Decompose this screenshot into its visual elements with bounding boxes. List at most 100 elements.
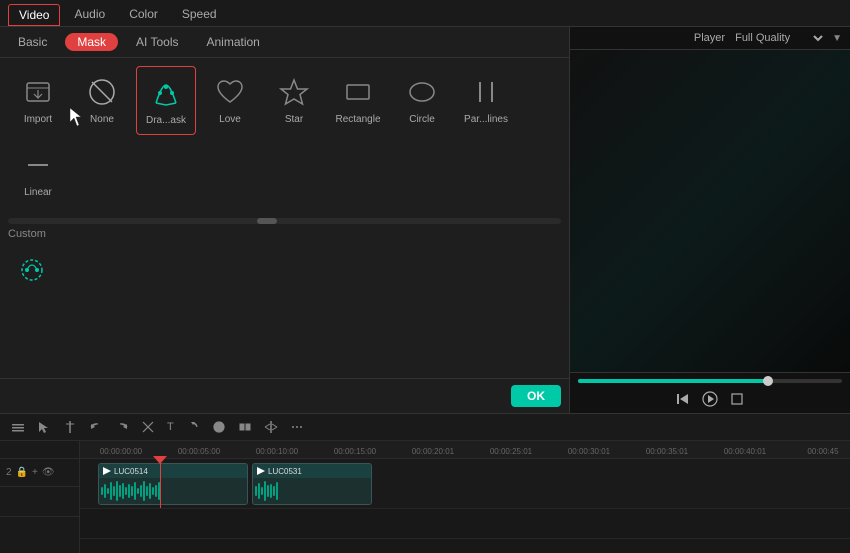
time-mark-5: 00:00:25:01 [472,447,550,456]
import-label: Import [24,114,52,125]
stop-button[interactable] [730,392,744,406]
tab-speed[interactable]: Speed [172,4,227,26]
timeline-toolbar: T [0,414,850,441]
right-panel: Player Full Quality Half Quality Quarter… [570,27,850,413]
left-panel: Basic Mask AI Tools Animation [0,27,570,413]
star-icon [276,74,312,110]
play-button[interactable] [702,391,718,407]
undo-button[interactable] [86,418,106,436]
track-number-label: 2 [6,467,12,478]
time-mark-2: 00:00:10:00 [238,447,316,456]
timeline-section: T 2 🔒 + 👁 [0,413,850,553]
redo-button[interactable] [112,418,132,436]
mask-item-parallel-lines[interactable]: Par...lines [456,66,516,135]
group-button[interactable] [235,418,255,436]
time-mark-1: 00:00:05:00 [160,447,238,456]
select-tool-button[interactable] [34,418,54,436]
time-ruler: 00:00:00:00 00:00:05:00 00:00:10:00 00:0… [80,441,850,459]
skip-back-button[interactable] [676,392,690,406]
trim-tool-button[interactable] [60,418,80,436]
time-marks: 00:00:00:00 00:00:05:00 00:00:10:00 00:0… [80,447,850,458]
clip-play-icon-1 [103,467,111,475]
video-clip-1[interactable]: LUC0514 [98,463,248,505]
track-controls-2 [0,489,79,517]
playhead-line [160,459,161,508]
mask-item-star[interactable]: Star [264,66,324,135]
subtab-animation[interactable]: Animation [196,33,269,51]
star-label: Star [285,114,303,125]
player-label: Player [694,32,725,44]
clip-label-bar-2: LUC0531 [253,464,371,478]
mask-item-none[interactable]: None [72,66,132,135]
progress-thumb [763,376,773,386]
track-lock-button[interactable]: 🔒 [16,467,28,478]
custom-mask-tool[interactable] [8,248,56,292]
mask-item-rectangle[interactable]: Rectangle [328,66,388,135]
parallel-lines-icon [468,74,504,110]
subtab-mask[interactable]: Mask [65,33,118,51]
mask-item-linear[interactable]: Linear [8,139,68,206]
split-button[interactable] [261,418,281,436]
tab-color[interactable]: Color [119,4,168,26]
circle-label: Circle [409,114,435,125]
scroll-track[interactable] [8,218,561,224]
time-mark-9: 00:00:45 [784,447,850,456]
track-add-button[interactable]: + [32,467,38,478]
time-mark-4: 00:00:20:01 [394,447,472,456]
track-controls-1: 2 🔒 + 👁 [0,459,79,487]
tab-video[interactable]: Video [8,4,60,26]
chevron-down-icon: ▼ [832,33,842,44]
cut-button[interactable] [138,418,158,436]
sub-tab-bar: Basic Mask AI Tools Animation [0,27,569,58]
subtab-basic[interactable]: Basic [8,33,57,51]
player-area [570,50,850,372]
video-preview [570,50,850,372]
time-mark-0: 00:00:00:00 [82,447,160,456]
ok-button[interactable]: OK [511,385,561,407]
progress-fill [578,379,768,383]
love-label: Love [219,114,241,125]
custom-tool-area [8,248,561,292]
rectangle-label: Rectangle [335,114,380,125]
circle-icon [404,74,440,110]
parallel-lines-label: Par...lines [464,114,508,125]
progress-bar[interactable] [578,379,842,383]
tab-audio[interactable]: Audio [64,4,115,26]
time-mark-8: 00:00:40:01 [706,447,784,456]
scroll-thumb [257,218,277,224]
clip-label-bar-1: LUC0514 [99,464,247,478]
quality-select[interactable]: Full Quality Half Quality Quarter Qualit… [731,31,826,45]
linear-label: Linear [24,187,52,198]
timeline-right: 00:00:00:00 00:00:05:00 00:00:10:00 00:0… [80,441,850,553]
subtab-ai-tools[interactable]: AI Tools [126,33,188,51]
speed-button[interactable] [209,418,229,436]
linear-icon [20,147,56,183]
mask-item-import[interactable]: Import [8,66,68,135]
time-mark-7: 00:00:35:01 [628,447,706,456]
more-tools-button[interactable] [287,418,307,436]
none-icon [84,74,120,110]
playhead-triangle [153,456,167,464]
rectangle-icon [340,74,376,110]
custom-mask-icon [16,254,48,286]
clip-waveform-1 [99,478,247,504]
text-button[interactable]: T [164,419,177,435]
video-clip-2[interactable]: LUC0531 [252,463,372,505]
mask-item-love[interactable]: Love [200,66,260,135]
timeline-settings-button[interactable] [8,418,28,436]
custom-section-label: Custom [8,228,561,240]
mask-item-circle[interactable]: Circle [392,66,452,135]
track-eye-button[interactable]: 👁 [42,467,55,478]
clip-name-1: LUC0514 [114,467,148,476]
track-area-1: LUC0514 [80,459,850,509]
none-label: None [90,114,114,125]
rotate-button[interactable] [183,418,203,436]
player-controls-area [570,372,850,413]
timeline-content: 2 🔒 + 👁 00:00:00:00 00:00:05:00 00:00:10… [0,441,850,553]
love-icon [212,74,248,110]
timeline-left: 2 🔒 + 👁 [0,441,80,553]
mask-tools-area: Import None [0,58,569,378]
mask-grid: Import None [8,66,561,206]
mask-item-draw[interactable]: Dra...ask [136,66,196,135]
draw-mask-label: Dra...ask [146,115,186,126]
